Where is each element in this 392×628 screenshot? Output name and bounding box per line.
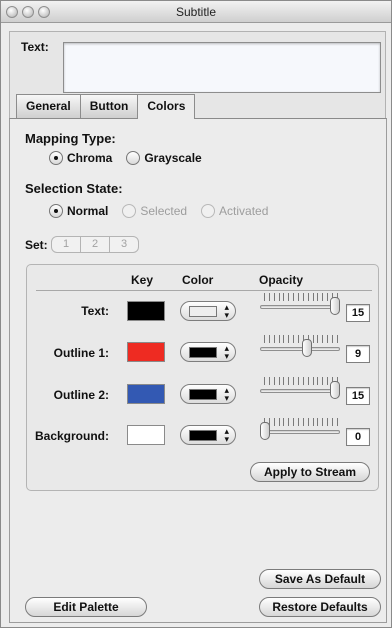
slider-thumb[interactable]: [330, 297, 340, 315]
popup-arrows-icon: ▴ ▾: [224, 343, 229, 361]
background-key-swatch[interactable]: [127, 425, 165, 445]
apply-to-stream-button[interactable]: Apply to Stream: [250, 462, 370, 482]
popup-arrows-icon: ▴ ▾: [224, 426, 229, 444]
background-color-chip: [189, 430, 217, 441]
row-background-label: Background:: [34, 429, 109, 443]
slider-ticks: [264, 293, 338, 301]
row-text-label: Text:: [81, 304, 109, 318]
opacity-column-header: Opacity: [259, 273, 304, 287]
outline2-opacity-field[interactable]: 15: [346, 387, 370, 405]
slider-track: [260, 430, 340, 434]
edit-palette-button[interactable]: Edit Palette: [25, 597, 147, 617]
radio-selected-label: Selected: [140, 204, 188, 218]
slider-ticks: [264, 335, 338, 343]
set-segmented-control: 1 2 3: [51, 236, 139, 253]
radio-grayscale-dot[interactable]: [126, 151, 141, 165]
mapping-type-group: Chroma Grayscale: [49, 151, 216, 165]
outline2-color-chip: [189, 389, 217, 400]
text-color-popup[interactable]: ▴ ▾: [180, 301, 236, 321]
radio-chroma[interactable]: Chroma: [49, 151, 112, 165]
tab-colors[interactable]: Colors: [137, 94, 196, 119]
text-key-swatch[interactable]: [127, 301, 165, 321]
radio-normal-label: Normal: [67, 204, 109, 218]
radio-normal-dot[interactable]: [49, 204, 63, 218]
tab-button[interactable]: Button: [79, 94, 139, 118]
subtitle-window: Subtitle Text: General Button Colors Map…: [0, 0, 392, 628]
slider-thumb[interactable]: [330, 381, 340, 399]
outline2-opacity-slider[interactable]: [260, 375, 340, 399]
outline2-key-swatch[interactable]: [127, 384, 165, 404]
radio-activated: Activated: [201, 204, 268, 218]
radio-activated-label: Activated: [219, 204, 269, 218]
radio-activated-dot: [201, 204, 216, 218]
slider-ticks: [264, 418, 338, 426]
selection-state-label: Selection State:: [25, 181, 123, 196]
text-input[interactable]: [63, 42, 381, 93]
radio-normal[interactable]: Normal: [49, 204, 108, 218]
set-button-2: 2: [80, 236, 110, 253]
slider-thumb[interactable]: [260, 422, 270, 440]
background-opacity-field[interactable]: 0: [346, 428, 370, 446]
outline1-opacity-field[interactable]: 9: [346, 345, 370, 363]
row-outline1-label: Outline 1:: [53, 346, 109, 360]
key-column-header: Key: [131, 273, 154, 287]
color-column-header: Color: [182, 273, 214, 287]
slider-ticks: [264, 377, 338, 385]
text-opacity-field[interactable]: 15: [346, 304, 370, 322]
slider-track: [260, 389, 340, 393]
text-label: Text:: [21, 40, 49, 54]
radio-selected-dot: [122, 204, 137, 218]
text-opacity-slider[interactable]: [260, 291, 340, 315]
restore-defaults-button[interactable]: Restore Defaults: [259, 597, 381, 617]
background-opacity-slider[interactable]: [260, 416, 340, 440]
title-bar[interactable]: Subtitle: [1, 1, 391, 23]
radio-chroma-dot[interactable]: [49, 151, 63, 165]
set-label: Set:: [25, 238, 48, 252]
tab-bar: General Button Colors: [16, 94, 196, 119]
outline2-color-popup[interactable]: ▴ ▾: [180, 384, 236, 404]
popup-arrows-icon: ▴ ▾: [224, 302, 229, 320]
outline1-color-chip: [189, 347, 217, 358]
radio-selected: Selected: [122, 204, 187, 218]
selection-state-group: Normal Selected Activated: [49, 204, 282, 218]
radio-grayscale-label: Grayscale: [144, 151, 202, 165]
row-outline2-label: Outline 2:: [53, 388, 109, 402]
save-as-default-button[interactable]: Save As Default: [259, 569, 381, 589]
tab-general[interactable]: General: [16, 94, 81, 118]
radio-chroma-label: Chroma: [67, 151, 113, 165]
outline1-key-swatch[interactable]: [127, 342, 165, 362]
text-color-chip: [189, 306, 217, 317]
background-color-popup[interactable]: ▴ ▾: [180, 425, 236, 445]
outline1-color-popup[interactable]: ▴ ▾: [180, 342, 236, 362]
set-button-3: 3: [109, 236, 139, 253]
popup-arrows-icon: ▴ ▾: [224, 385, 229, 403]
set-button-1: 1: [51, 236, 81, 253]
slider-thumb[interactable]: [302, 339, 312, 357]
window-title: Subtitle: [175, 5, 217, 19]
radio-grayscale[interactable]: Grayscale: [126, 151, 202, 165]
slider-track: [260, 305, 340, 309]
outline1-opacity-slider[interactable]: [260, 333, 340, 357]
mapping-type-label: Mapping Type:: [25, 131, 116, 146]
slider-track: [260, 347, 340, 351]
